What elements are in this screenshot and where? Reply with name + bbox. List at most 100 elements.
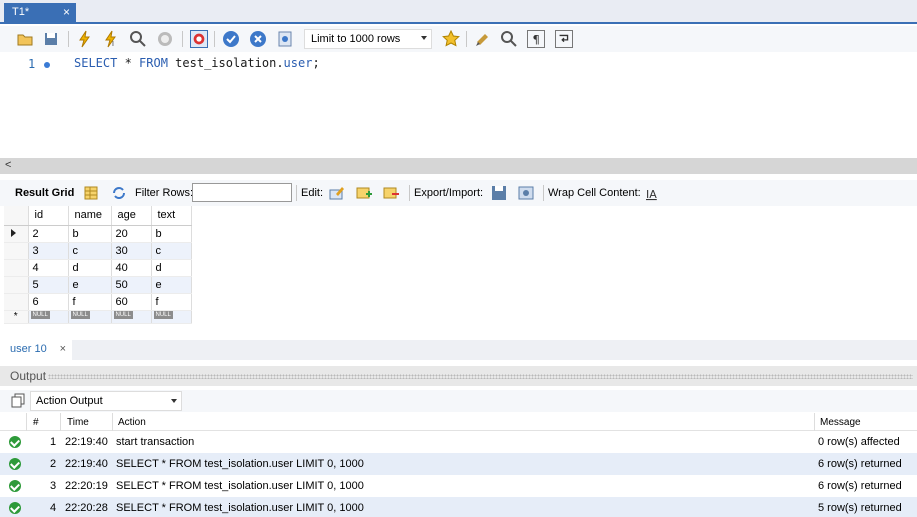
tab-label: T1* <box>12 6 30 18</box>
tab-user-10[interactable]: user 10 × <box>0 340 72 360</box>
output-time: 22:19:40 <box>65 458 108 470</box>
grid-cell[interactable]: e <box>151 276 192 294</box>
filter-rows-input[interactable] <box>192 183 292 202</box>
line-number: 1 <box>28 57 36 71</box>
find-magnifier-icon[interactable] <box>500 30 518 48</box>
stop-hand-icon[interactable] <box>156 30 174 48</box>
sql-statement[interactable]: SELECT * FROM test_isolation.user; <box>74 56 320 70</box>
table-row[interactable]: 2 b 20 b <box>4 225 192 243</box>
output-type-select[interactable]: Action Output <box>30 391 182 411</box>
add-snippet-star-icon[interactable] <box>442 30 460 48</box>
output-row[interactable]: 4 22:20:28 SELECT * FROM test_isolation.… <box>0 497 917 517</box>
grid-cell[interactable]: c <box>68 242 112 260</box>
chevron-down-icon <box>421 36 427 40</box>
commit-check-icon[interactable] <box>222 30 240 48</box>
grid-cell[interactable]: 5 <box>28 276 69 294</box>
tab-t1[interactable]: T1* × <box>4 3 76 24</box>
table-row[interactable]: 3 c 30 c <box>4 242 192 260</box>
limit-rows-select[interactable]: Limit to 1000 rows <box>304 29 432 49</box>
open-folder-icon[interactable] <box>16 30 34 48</box>
copy-icon[interactable] <box>10 392 28 410</box>
execute-current-icon[interactable]: I <box>102 30 120 48</box>
output-row[interactable]: 1 22:19:40 start transaction 0 row(s) af… <box>0 431 917 453</box>
grid-cell[interactable]: f <box>68 293 112 311</box>
null-cell[interactable]: NULL <box>111 310 152 324</box>
autocommit-toggle-icon[interactable] <box>276 30 294 48</box>
grid-cell[interactable]: 2 <box>28 225 69 243</box>
editor-horizontal-scrollbar[interactable]: < <box>0 158 917 174</box>
close-icon[interactable]: × <box>60 343 66 355</box>
null-cell[interactable]: NULL <box>28 310 69 324</box>
column-header-text[interactable]: text <box>151 206 192 226</box>
null-cell[interactable]: NULL <box>151 310 192 324</box>
table-row[interactable]: 6 f 60 f <box>4 293 192 311</box>
insert-row-icon[interactable] <box>355 184 373 202</box>
sql-table-name: user <box>283 56 313 70</box>
grid-cell[interactable]: 6 <box>28 293 69 311</box>
edit-row-icon[interactable] <box>328 184 346 202</box>
export-import-label: Export/Import: <box>414 187 484 199</box>
result-grid[interactable]: id name age text 2 b 20 b 3 c 30 c 4 d 4… <box>4 206 192 324</box>
grid-cell[interactable]: 50 <box>111 276 152 294</box>
rollback-x-icon[interactable] <box>249 30 267 48</box>
column-header-id[interactable]: id <box>28 206 69 226</box>
result-grid-label[interactable]: Result Grid <box>15 187 74 199</box>
delete-row-icon[interactable] <box>382 184 400 202</box>
current-row-indicator <box>4 225 29 243</box>
table-row[interactable]: 4 d 40 d <box>4 259 192 277</box>
column-header-message[interactable]: Message <box>820 417 861 428</box>
output-message: 6 row(s) returned <box>818 480 902 492</box>
wrap-cell-icon[interactable]: IA <box>643 184 661 202</box>
edit-label: Edit: <box>301 187 324 199</box>
output-time: 22:20:28 <box>65 502 108 514</box>
panel-grip[interactable] <box>48 374 913 379</box>
statement-marker-icon <box>44 62 50 68</box>
new-row-marker: * <box>4 310 29 324</box>
execute-lightning-icon[interactable] <box>76 30 94 48</box>
output-row[interactable]: 2 22:19:40 SELECT * FROM test_isolation.… <box>0 453 917 475</box>
output-toolbar: Action Output <box>0 390 917 412</box>
column-header-time[interactable]: Time <box>67 417 89 428</box>
null-cell[interactable]: NULL <box>68 310 112 324</box>
grid-cell[interactable]: d <box>151 259 192 277</box>
invisible-chars-icon[interactable]: ¶ <box>527 30 545 48</box>
toggle-stop-on-error-icon[interactable] <box>190 30 208 48</box>
null-badge: NULL <box>70 310 90 319</box>
grid-cell[interactable]: 40 <box>111 259 152 277</box>
grid-cell[interactable]: c <box>151 242 192 260</box>
toolbar-separator <box>296 185 297 201</box>
column-header-name[interactable]: name <box>68 206 112 226</box>
grid-cell[interactable]: 60 <box>111 293 152 311</box>
toolbar-separator <box>543 185 544 201</box>
grid-cell[interactable]: 20 <box>111 225 152 243</box>
sql-editor[interactable]: 1 SELECT * FROM test_isolation.user; <box>0 52 917 158</box>
grid-cell[interactable]: 3 <box>28 242 69 260</box>
grid-cell[interactable]: 30 <box>111 242 152 260</box>
scroll-left-icon[interactable]: < <box>5 159 11 171</box>
grid-cell[interactable]: b <box>151 225 192 243</box>
grid-cell[interactable]: d <box>68 259 112 277</box>
output-message: 0 row(s) affected <box>818 436 900 448</box>
import-icon[interactable] <box>517 184 535 202</box>
export-icon[interactable] <box>490 184 508 202</box>
beautify-brush-icon[interactable] <box>474 30 492 48</box>
explain-magnifier-icon[interactable] <box>129 30 147 48</box>
output-action: SELECT * FROM test_isolation.user LIMIT … <box>116 502 364 514</box>
table-row[interactable]: 5 e 50 e <box>4 276 192 294</box>
column-header-action[interactable]: Action <box>118 417 146 428</box>
refresh-icon[interactable] <box>110 184 128 202</box>
grid-cell[interactable]: f <box>151 293 192 311</box>
grid-cell[interactable]: b <box>68 225 112 243</box>
filter-rows-label: Filter Rows: <box>135 187 194 199</box>
save-icon[interactable] <box>42 30 60 48</box>
grid-layout-icon[interactable] <box>82 184 100 202</box>
new-row[interactable]: * NULL NULL NULL NULL <box>4 310 192 324</box>
success-check-icon <box>9 502 21 514</box>
wrap-lines-icon[interactable] <box>555 30 573 48</box>
grid-cell[interactable]: e <box>68 276 112 294</box>
tab-close-icon[interactable]: × <box>63 5 70 19</box>
grid-cell[interactable]: 4 <box>28 259 69 277</box>
output-row[interactable]: 3 22:20:19 SELECT * FROM test_isolation.… <box>0 475 917 497</box>
column-header-age[interactable]: age <box>111 206 152 226</box>
column-header-num[interactable]: # <box>33 417 39 428</box>
